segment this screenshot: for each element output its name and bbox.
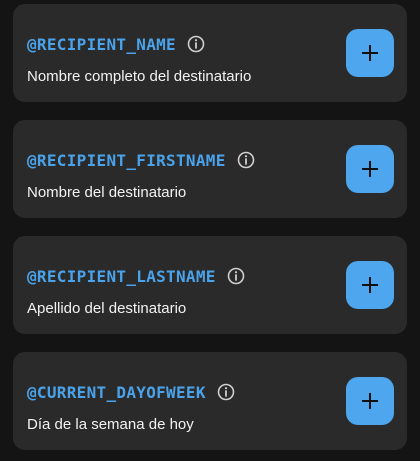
info-icon[interactable]	[237, 151, 255, 169]
variable-description: Nombre completo del destinatario	[27, 68, 252, 85]
plus-icon	[362, 277, 378, 293]
plus-icon	[362, 161, 378, 177]
variable-description: Nombre del destinatario	[27, 184, 187, 201]
info-icon[interactable]	[187, 35, 205, 53]
variable-header: @CURRENT_DAYOFWEEK	[27, 381, 235, 403]
add-variable-button[interactable]	[346, 377, 394, 425]
add-variable-button[interactable]	[346, 145, 394, 193]
variable-header: @RECIPIENT_NAME	[27, 33, 205, 55]
variable-header: @RECIPIENT_FIRSTNAME	[27, 149, 255, 171]
variable-description: Día de la semana de hoy	[27, 416, 194, 433]
variable-header: @RECIPIENT_LASTNAME	[27, 265, 245, 287]
variable-name: @RECIPIENT_NAME	[27, 34, 176, 54]
add-variable-button[interactable]	[346, 29, 394, 77]
plus-icon	[362, 393, 378, 409]
variable-card: @RECIPIENT_FIRSTNAME Nombre del destinat…	[13, 120, 407, 218]
info-icon[interactable]	[217, 383, 235, 401]
variable-card: @RECIPIENT_LASTNAME Apellido del destina…	[13, 236, 407, 334]
variable-card: @RECIPIENT_NAME Nombre completo del dest…	[13, 4, 407, 102]
variable-name: @CURRENT_DAYOFWEEK	[27, 382, 206, 402]
variable-card: @CURRENT_DAYOFWEEK Día de la semana de h…	[13, 352, 407, 450]
variable-list: @RECIPIENT_NAME Nombre completo del dest…	[0, 0, 420, 461]
plus-icon	[362, 45, 378, 61]
info-icon[interactable]	[227, 267, 245, 285]
variable-description: Apellido del destinatario	[27, 300, 187, 317]
variable-name: @RECIPIENT_FIRSTNAME	[27, 150, 226, 170]
add-variable-button[interactable]	[346, 261, 394, 309]
variable-name: @RECIPIENT_LASTNAME	[27, 266, 216, 286]
